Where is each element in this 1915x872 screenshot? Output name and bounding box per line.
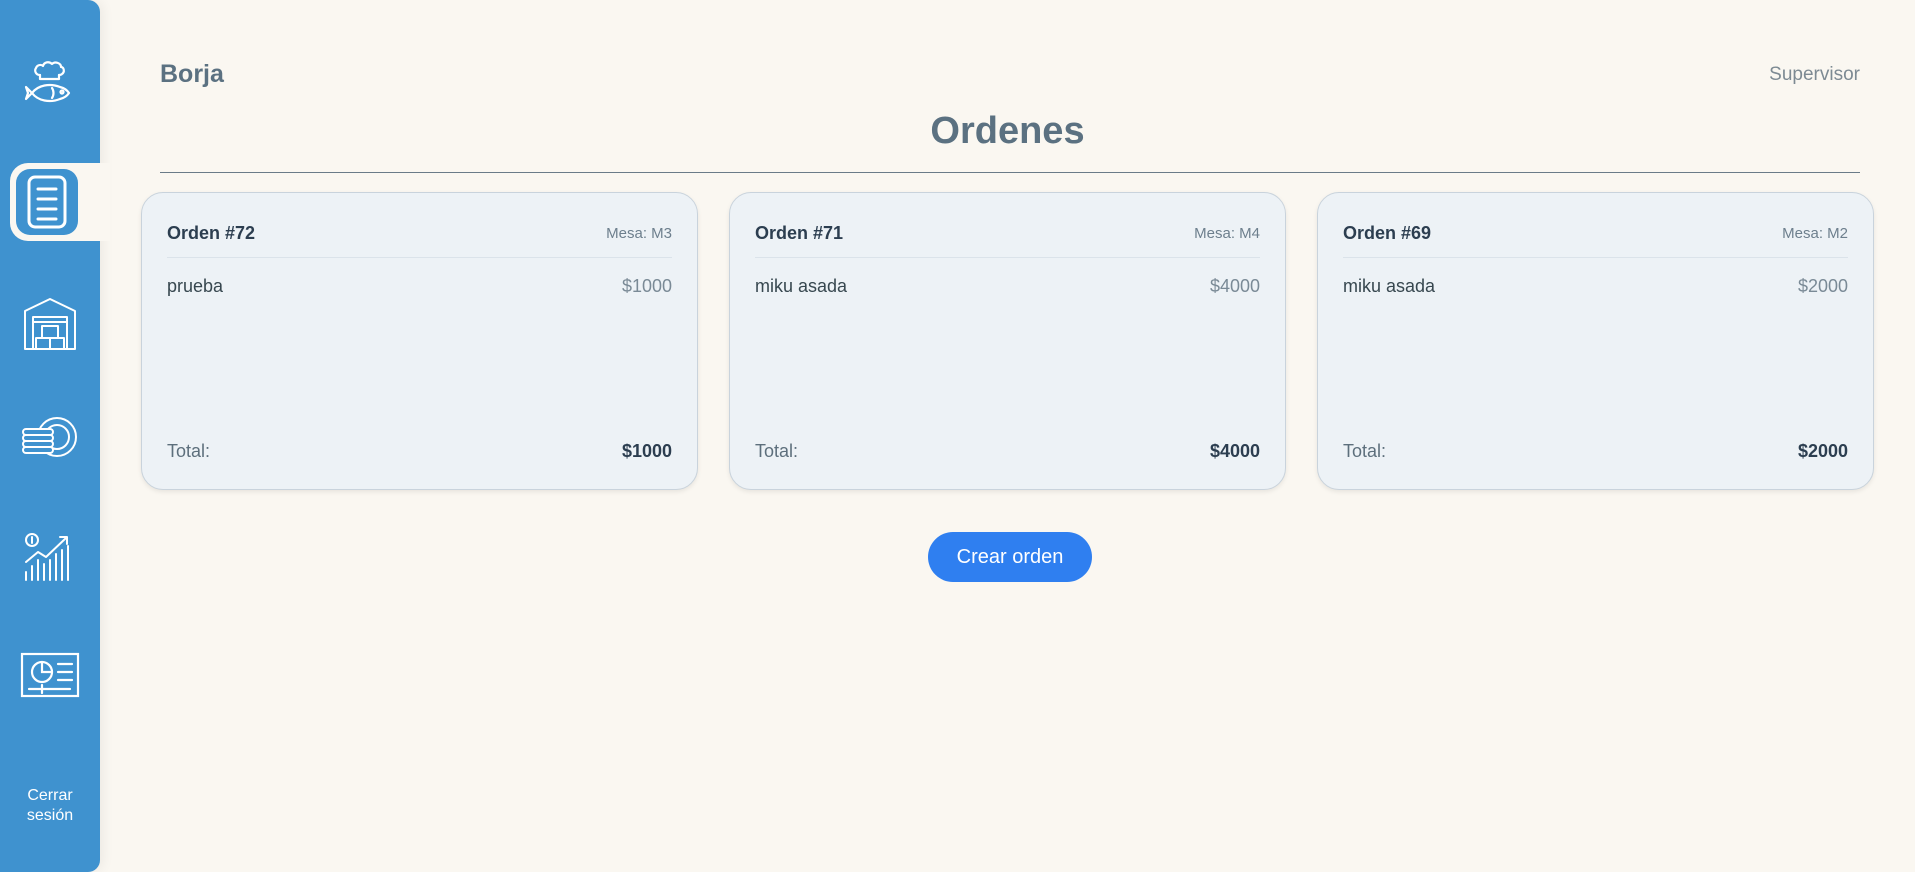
sidebar-item-menu[interactable] bbox=[10, 400, 90, 478]
sidebar-item-inventory[interactable] bbox=[10, 285, 90, 363]
order-card-header: Orden #72 Mesa: M3 bbox=[167, 223, 672, 258]
order-item-price: $1000 bbox=[621, 276, 672, 296]
order-total-label: Total: bbox=[755, 441, 799, 461]
order-item-name: miku asada bbox=[1343, 276, 1436, 296]
user-name: Borja bbox=[160, 60, 224, 88]
sales-chart-icon bbox=[22, 532, 78, 582]
sidebar: Cerrar sesión bbox=[0, 0, 110, 872]
report-dashboard-icon bbox=[20, 652, 80, 698]
order-item-row: miku asada $4000 bbox=[755, 276, 1260, 297]
order-card[interactable]: Orden #72 Mesa: M3 prueba $1000 Total: $… bbox=[141, 192, 698, 490]
order-card-header: Orden #69 Mesa: M2 bbox=[1343, 223, 1848, 258]
order-card-footer: Total: $1000 bbox=[167, 441, 672, 462]
sidebar-item-sales[interactable] bbox=[10, 518, 90, 596]
logout-label-line1: Cerrar bbox=[27, 787, 73, 804]
orders-list: Orden #72 Mesa: M3 prueba $1000 Total: $… bbox=[141, 192, 1874, 490]
orders-list-icon bbox=[26, 174, 68, 230]
order-total-value: $1000 bbox=[621, 441, 672, 461]
order-card[interactable]: Orden #71 Mesa: M4 miku asada $4000 Tota… bbox=[729, 192, 1286, 490]
sidebar-item-home[interactable] bbox=[10, 42, 90, 120]
order-total-label: Total: bbox=[167, 441, 211, 461]
order-table: Mesa: M3 bbox=[606, 225, 672, 242]
chef-fish-logo-icon bbox=[22, 53, 78, 109]
order-id: Orden #71 bbox=[755, 223, 844, 243]
order-card-header: Orden #71 Mesa: M4 bbox=[755, 223, 1260, 258]
order-item-price: $4000 bbox=[1209, 276, 1260, 296]
dishes-icon bbox=[21, 416, 79, 462]
page-title: Ordenes bbox=[930, 110, 1085, 152]
order-card-footer: Total: $4000 bbox=[755, 441, 1260, 462]
order-id: Orden #72 bbox=[167, 223, 256, 243]
order-total-label: Total: bbox=[1343, 441, 1387, 461]
sidebar-item-orders[interactable] bbox=[10, 163, 110, 241]
order-card[interactable]: Orden #69 Mesa: M2 miku asada $2000 Tota… bbox=[1317, 192, 1874, 490]
order-item-name: miku asada bbox=[755, 276, 848, 296]
title-divider bbox=[160, 172, 1860, 173]
sidebar-item-reports[interactable] bbox=[10, 636, 90, 714]
user-role: Supervisor bbox=[1769, 64, 1860, 85]
order-card-footer: Total: $2000 bbox=[1343, 441, 1848, 462]
order-item-row: miku asada $2000 bbox=[1343, 276, 1848, 297]
order-total-value: $4000 bbox=[1209, 441, 1260, 461]
order-table: Mesa: M2 bbox=[1782, 225, 1848, 242]
order-total-value: $2000 bbox=[1797, 441, 1848, 461]
order-item-name: prueba bbox=[167, 276, 224, 296]
order-item-row: prueba $1000 bbox=[167, 276, 672, 297]
active-icon-box bbox=[16, 169, 78, 235]
order-table: Mesa: M4 bbox=[1194, 225, 1260, 242]
order-item-price: $2000 bbox=[1797, 276, 1848, 296]
create-order-button[interactable]: Crear orden bbox=[928, 532, 1092, 582]
app-root: Cerrar sesión Borja Supervisor Ordenes O… bbox=[0, 0, 1915, 872]
logout-label-line2: sesión bbox=[26, 807, 74, 824]
logout-button[interactable]: Cerrar sesión bbox=[0, 786, 100, 826]
warehouse-icon bbox=[22, 296, 78, 352]
order-id: Orden #69 bbox=[1343, 223, 1432, 243]
